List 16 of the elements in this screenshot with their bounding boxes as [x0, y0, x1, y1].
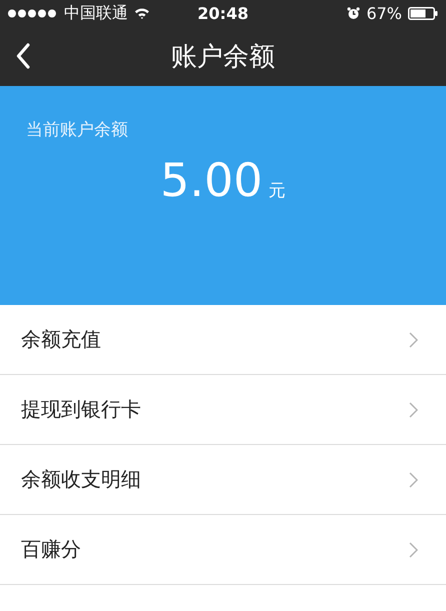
chevron-icon — [409, 472, 418, 488]
alarm-icon — [347, 6, 360, 20]
clock-time: 20:48 — [198, 4, 248, 22]
page-title: 账户余额 — [171, 40, 275, 74]
chevron-icon — [409, 402, 418, 418]
balance-label: 当前账户余额 — [26, 119, 128, 141]
carrier-name: 中国联通 — [64, 2, 128, 24]
battery-percent: 67% — [366, 4, 402, 22]
wifi-icon — [134, 7, 150, 19]
chevron-icon — [409, 332, 418, 348]
battery-icon — [408, 6, 438, 20]
chevron-icon — [409, 542, 418, 558]
signal-icon — [8, 8, 58, 18]
back-icon — [16, 43, 30, 69]
balance-amount: 5.00 — [160, 153, 263, 207]
currency-unit: 元 — [268, 180, 286, 202]
